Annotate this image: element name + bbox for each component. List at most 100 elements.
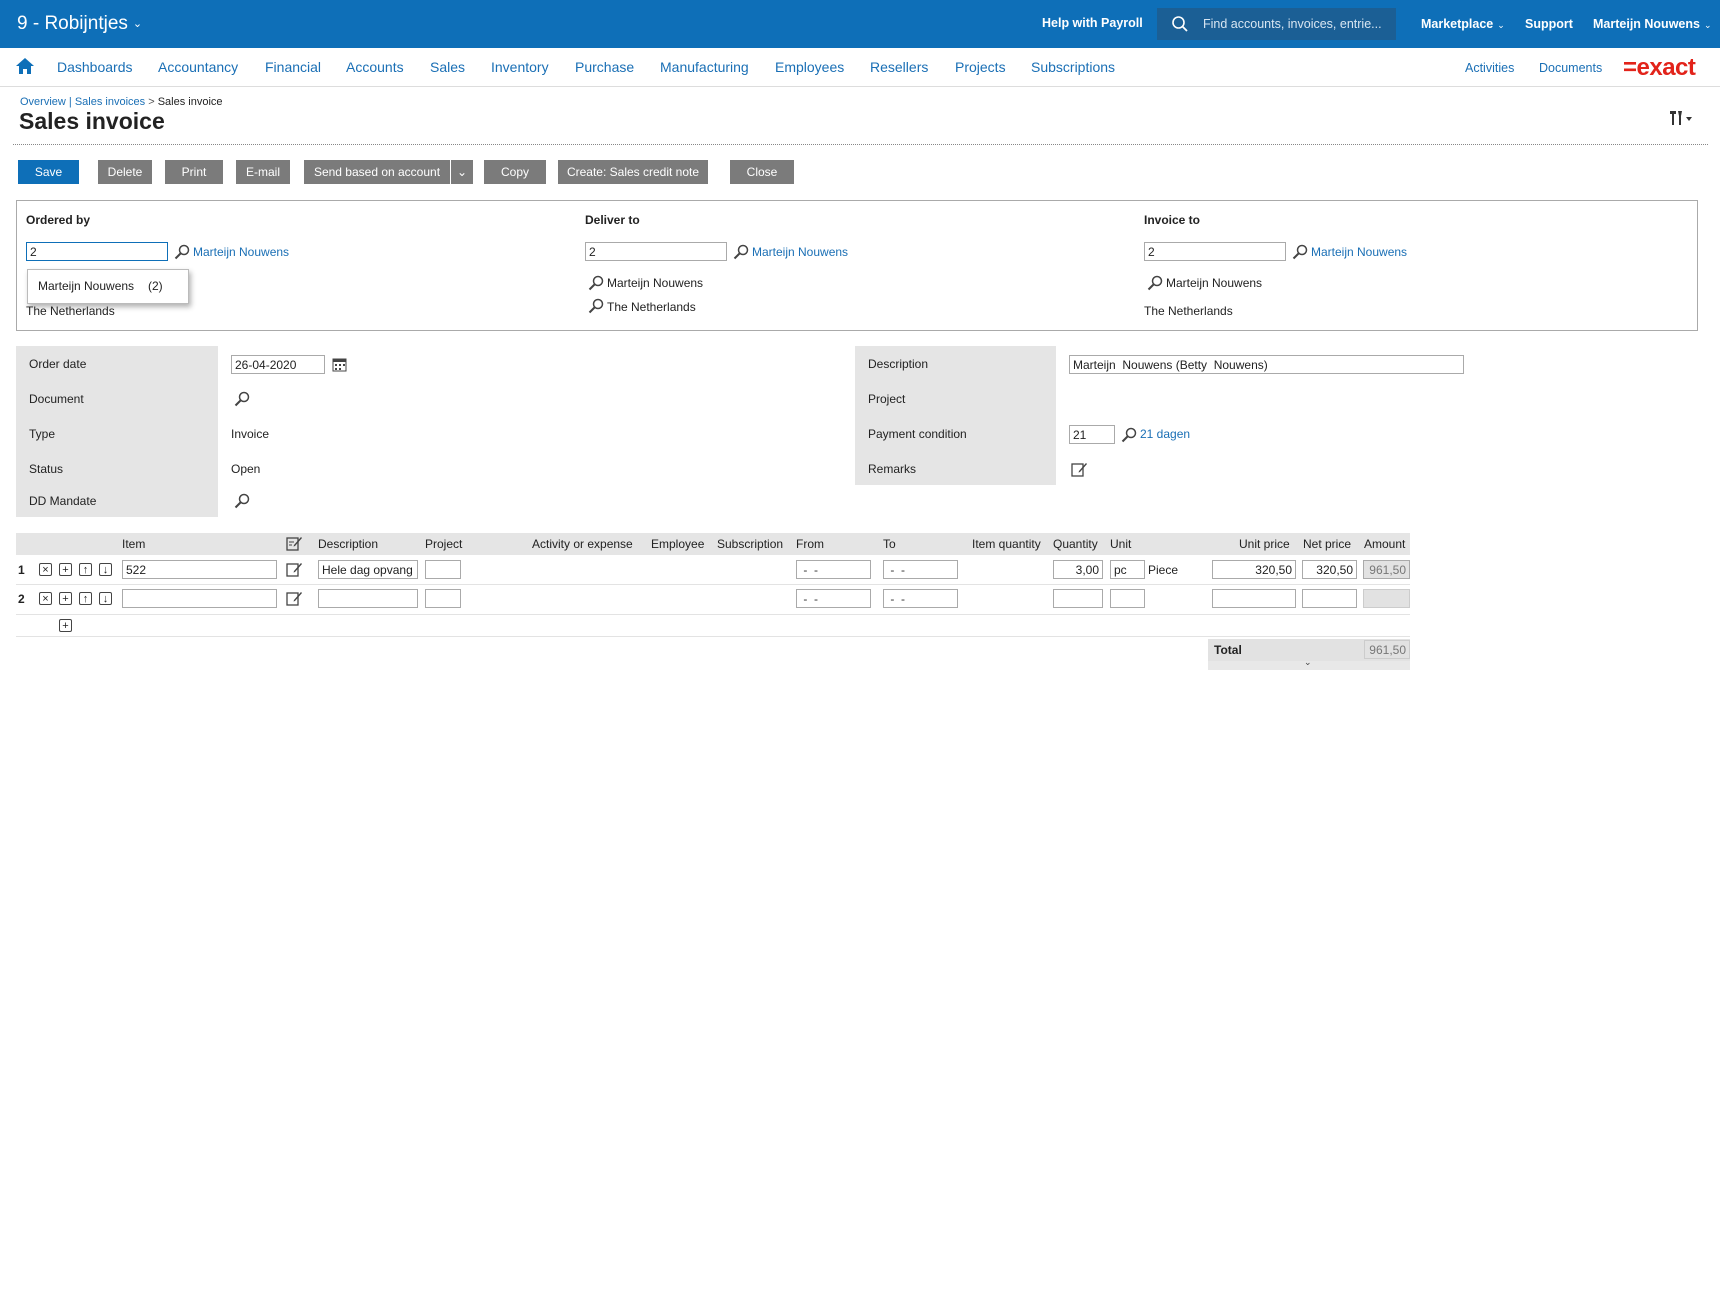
- line-description-input[interactable]: [318, 589, 418, 608]
- move-down-icon[interactable]: ↓: [99, 563, 112, 576]
- description-label: Description: [868, 357, 929, 371]
- send-options-dropdown[interactable]: ⌄: [450, 160, 473, 184]
- nav-manufacturing[interactable]: Manufacturing: [660, 59, 749, 75]
- deliver-to-account-link[interactable]: Marteijn Nouwens: [752, 245, 848, 259]
- nav-subscriptions[interactable]: Subscriptions: [1031, 59, 1115, 75]
- col-project: Project: [425, 537, 463, 551]
- line-quantity-input[interactable]: [1053, 589, 1103, 608]
- support-link[interactable]: Support: [1525, 17, 1573, 31]
- total-expander[interactable]: ⌄: [1208, 657, 1410, 670]
- payment-condition-link[interactable]: 21 dagen: [1140, 427, 1190, 441]
- ordered-by-code-input[interactable]: [26, 242, 168, 261]
- tools-menu[interactable]: [1670, 110, 1694, 131]
- add-line-icon[interactable]: +: [59, 619, 72, 632]
- send-based-on-account-button[interactable]: Send based on account: [304, 160, 450, 184]
- edit-note-icon[interactable]: [286, 561, 303, 578]
- total-label: Total: [1214, 643, 1242, 657]
- account-suggestion-dropdown[interactable]: Marteijn Nouwens (2): [27, 269, 189, 304]
- calendar-icon[interactable]: [332, 357, 347, 372]
- magnifier-icon[interactable]: [1121, 427, 1137, 443]
- invoice-to-account-link[interactable]: Marteijn Nouwens: [1311, 245, 1407, 259]
- close-button[interactable]: Close: [730, 160, 794, 184]
- line-item-input[interactable]: [122, 589, 277, 608]
- nav-accountancy[interactable]: Accountancy: [158, 59, 238, 75]
- edit-note-icon[interactable]: [286, 535, 303, 552]
- delete-button[interactable]: Delete: [98, 160, 152, 184]
- copy-button[interactable]: Copy: [484, 160, 546, 184]
- payment-condition-input[interactable]: [1069, 425, 1115, 444]
- col-from: From: [796, 537, 824, 551]
- line-to-date[interactable]: [883, 560, 958, 579]
- nav-projects[interactable]: Projects: [955, 59, 1006, 75]
- email-button[interactable]: E-mail: [236, 160, 290, 184]
- magnifier-icon[interactable]: [234, 391, 250, 407]
- nav-purchase[interactable]: Purchase: [575, 59, 634, 75]
- delete-row-icon[interactable]: ×: [39, 563, 52, 576]
- magnifier-icon[interactable]: [733, 244, 749, 260]
- chevron-down-icon: ⌄: [132, 18, 143, 30]
- order-date-input[interactable]: [231, 355, 325, 374]
- line-net-price-input[interactable]: [1302, 560, 1357, 579]
- line-unit-price-input[interactable]: [1212, 560, 1296, 579]
- col-activity: Activity or expense: [532, 537, 633, 551]
- line-net-price-input[interactable]: [1302, 589, 1357, 608]
- nav-sales[interactable]: Sales: [430, 59, 465, 75]
- breadcrumb-current: Sales invoice: [157, 96, 223, 108]
- line-unit-input[interactable]: [1110, 560, 1145, 579]
- company-selector[interactable]: 9 - Robijntjes ⌄: [17, 13, 142, 35]
- nav-activities[interactable]: Activities: [1465, 61, 1514, 75]
- line-quantity-input[interactable]: [1053, 560, 1103, 579]
- nav-documents[interactable]: Documents: [1539, 61, 1602, 75]
- line-from-date[interactable]: [796, 560, 871, 579]
- create-credit-note-button[interactable]: Create: Sales credit note: [558, 160, 708, 184]
- description-input[interactable]: [1069, 355, 1464, 374]
- breadcrumb-overview[interactable]: Overview: [20, 96, 66, 108]
- nav-dashboards[interactable]: Dashboards: [57, 59, 133, 75]
- line-from-date[interactable]: [796, 589, 871, 608]
- nav-inventory[interactable]: Inventory: [491, 59, 549, 75]
- magnifier-icon[interactable]: [234, 493, 250, 509]
- home-icon[interactable]: [15, 57, 35, 75]
- line-project-input[interactable]: [425, 560, 461, 579]
- nav-employees[interactable]: Employees: [775, 59, 844, 75]
- user-menu[interactable]: Marteijn Nouwens ⌄: [1593, 17, 1712, 31]
- col-unit: Unit: [1110, 537, 1132, 551]
- magnifier-icon[interactable]: [1292, 244, 1308, 260]
- save-button[interactable]: Save: [18, 160, 79, 184]
- magnifier-icon[interactable]: [588, 275, 604, 291]
- nav-financial[interactable]: Financial: [265, 59, 321, 75]
- search-input[interactable]: [1203, 15, 1389, 33]
- line-unit-input[interactable]: [1110, 589, 1145, 608]
- move-down-icon[interactable]: ↓: [99, 592, 112, 605]
- magnifier-icon[interactable]: [174, 244, 190, 260]
- ordered-by-account-link[interactable]: Marteijn Nouwens: [193, 245, 289, 259]
- line-unit-price-input[interactable]: [1212, 589, 1296, 608]
- line-unit-name: Piece: [1148, 563, 1179, 577]
- nav-resellers[interactable]: Resellers: [870, 59, 928, 75]
- lines-table-header: [16, 533, 1410, 555]
- nav-accounts[interactable]: Accounts: [346, 59, 404, 75]
- row-number: 1: [18, 563, 25, 577]
- row-divider: [16, 614, 1410, 615]
- line-project-input[interactable]: [425, 589, 461, 608]
- marketplace-menu[interactable]: Marketplace ⌄: [1421, 17, 1505, 31]
- edit-note-icon[interactable]: [286, 590, 303, 607]
- line-item-input[interactable]: [122, 560, 277, 579]
- print-button[interactable]: Print: [165, 160, 223, 184]
- move-up-icon[interactable]: ↑: [79, 592, 92, 605]
- magnifier-icon[interactable]: [1147, 275, 1163, 291]
- line-to-date[interactable]: [883, 589, 958, 608]
- move-up-icon[interactable]: ↑: [79, 563, 92, 576]
- magnifier-icon[interactable]: [588, 298, 604, 314]
- breadcrumb-sales-invoices[interactable]: Sales invoices: [75, 96, 145, 108]
- col-amount: Amount: [1364, 537, 1406, 551]
- delete-row-icon[interactable]: ×: [39, 592, 52, 605]
- help-payroll-link[interactable]: Help with Payroll: [1042, 16, 1143, 30]
- invoice-to-code-input[interactable]: [1144, 242, 1286, 261]
- insert-row-icon[interactable]: +: [59, 563, 72, 576]
- deliver-to-code-input[interactable]: [585, 242, 727, 261]
- line-description-input[interactable]: [318, 560, 418, 579]
- insert-row-icon[interactable]: +: [59, 592, 72, 605]
- edit-note-icon[interactable]: [1071, 461, 1088, 478]
- global-search[interactable]: [1157, 8, 1396, 40]
